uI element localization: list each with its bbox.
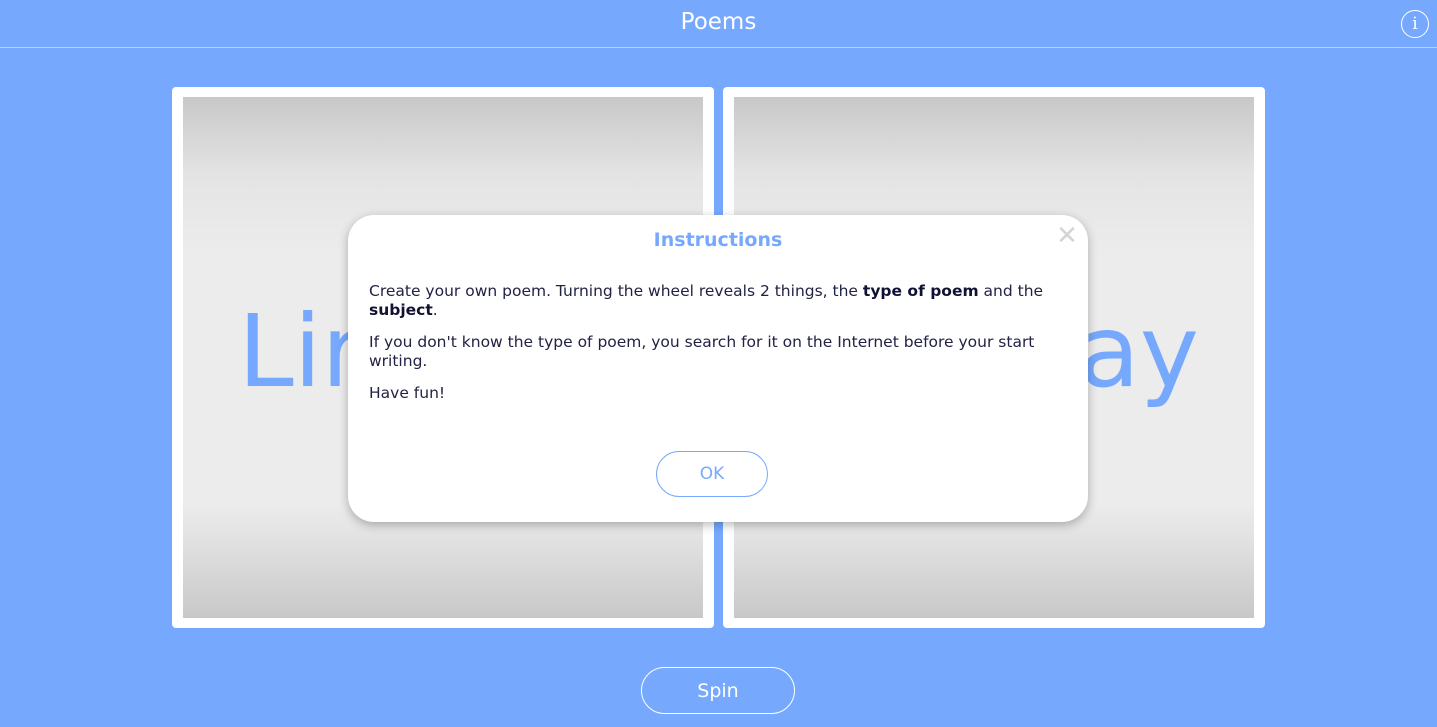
p1-text-b: and the	[978, 282, 1044, 300]
modal-body: Create your own poem. Turning the wheel …	[369, 282, 1067, 416]
page-title: Poems	[680, 9, 757, 35]
app: Poems i Lir ay Instructions ✕ Create you…	[0, 0, 1437, 727]
info-icon[interactable]: i	[1401, 10, 1429, 38]
p1-text-c: .	[432, 301, 438, 319]
ok-button[interactable]: OK	[656, 451, 768, 497]
instructions-modal: Instructions ✕ Create your own poem. Tur…	[348, 215, 1088, 522]
instructions-paragraph-1: Create your own poem. Turning the wheel …	[369, 282, 1067, 320]
instructions-paragraph-3: Have fun!	[369, 384, 446, 402]
spin-button[interactable]: Spin	[641, 667, 795, 714]
close-icon[interactable]: ✕	[1056, 223, 1078, 249]
p1-text-a: Create your own poem. Turning the wheel …	[369, 282, 863, 300]
instructions-paragraph-2: If you don't know the type of poem, you …	[369, 333, 1035, 370]
header-bar: Poems i	[0, 0, 1437, 48]
modal-title: Instructions	[653, 229, 783, 251]
p1-bold-subject: subject	[369, 301, 433, 319]
p1-bold-type: type of poem	[862, 282, 979, 300]
